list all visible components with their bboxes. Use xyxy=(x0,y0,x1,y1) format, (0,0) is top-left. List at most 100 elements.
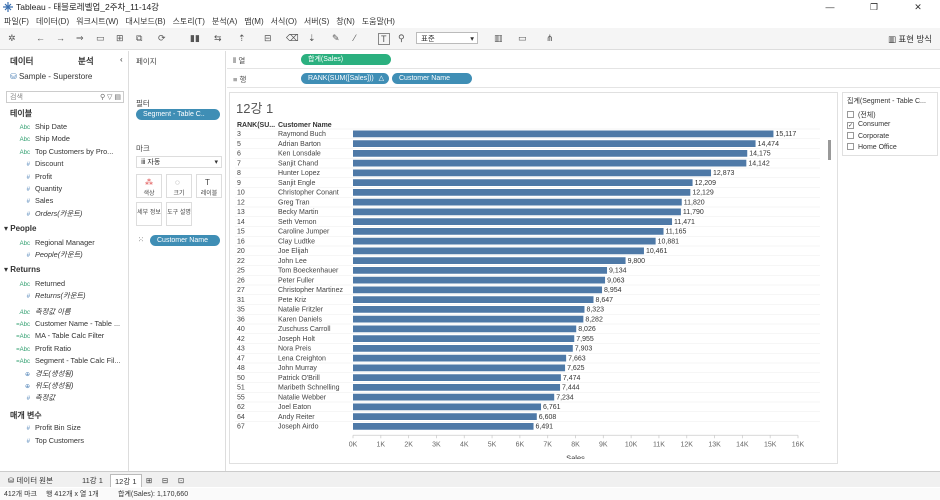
fit-dropdown[interactable]: 표준 ▾ xyxy=(416,32,478,44)
columns-shelf[interactable]: ⦀ 열 합계(Sales) xyxy=(227,51,940,69)
new-sheet-icon[interactable]: ⊞ xyxy=(116,33,124,44)
field-item[interactable]: Abc 측정값 이름 xyxy=(14,307,71,317)
clear-sheet-icon[interactable]: ⌫ xyxy=(286,33,299,44)
new-dashboard-icon[interactable]: ⊟ xyxy=(158,474,172,487)
data-source-tab[interactable]: ⛁ 데이터 원본 xyxy=(4,474,57,487)
bar-value-label: 6,761 xyxy=(543,404,561,411)
sort-asc-icon[interactable]: ⇡ xyxy=(238,33,246,44)
pause-icon[interactable]: ▮▮ xyxy=(190,33,200,44)
sheet-tab-12[interactable]: 12강 1 xyxy=(110,474,142,487)
field-item[interactable]: =Abc Customer Name - Table ... xyxy=(14,319,120,328)
field-item[interactable]: # Discount xyxy=(14,159,64,169)
menu-map[interactable]: 맵(M) xyxy=(244,16,263,27)
tooltip-button[interactable]: 도구 설명 xyxy=(166,202,192,226)
menu-file[interactable]: 파일(F) xyxy=(4,16,29,27)
share-icon[interactable]: ⋔ xyxy=(546,33,554,44)
data-source-item[interactable]: ⛁ Sample - Superstore xyxy=(10,72,92,81)
field-item[interactable]: Abc Ship Mode xyxy=(14,134,70,143)
rows-pill-rank[interactable]: RANK(SUM([Sales])) △ xyxy=(301,73,389,84)
field-item[interactable]: # 측정값 xyxy=(14,393,55,403)
returns-group[interactable]: ▾ Returns xyxy=(4,265,40,274)
close-button[interactable]: ✕ xyxy=(896,0,940,14)
chart-icon[interactable]: ▥ xyxy=(494,33,503,44)
save-icon[interactable]: ▭ xyxy=(96,33,105,44)
field-item[interactable]: =Abc Segment - Table Calc Fil... xyxy=(14,356,120,365)
new-worksheet-icon[interactable]: ⊞ xyxy=(142,474,156,487)
filter-option-home-office[interactable]: Home Office xyxy=(847,143,897,151)
duplicate-icon[interactable]: ⧉ xyxy=(136,33,142,44)
rank-label: 42 xyxy=(237,336,245,343)
number-icon: # xyxy=(26,396,30,403)
search-input[interactable]: 검색 ⚲ ▽ ▤ xyxy=(6,91,124,103)
rank-label: 43 xyxy=(237,346,245,353)
field-item[interactable]: Abc Ship Date xyxy=(14,122,67,131)
bar xyxy=(353,179,693,186)
menu-worksheet[interactable]: 워크시트(W) xyxy=(76,16,118,27)
label-button[interactable]: T 레이블 xyxy=(196,174,222,198)
menu-dashboard[interactable]: 대시보드(B) xyxy=(125,16,165,27)
analysis-tab[interactable]: 분석 xyxy=(78,55,94,67)
menu-window[interactable]: 창(N) xyxy=(336,16,354,27)
marks-pill-customer-name[interactable]: Customer Name xyxy=(150,235,220,246)
show-labels-icon[interactable]: T xyxy=(378,33,390,45)
field-item[interactable]: # Quantity xyxy=(14,184,63,193)
refresh-icon[interactable]: ⟳ xyxy=(158,33,166,44)
field-label: Discount xyxy=(35,159,64,169)
size-button[interactable]: ◌ 크기 xyxy=(166,174,192,198)
color-button[interactable]: ⁂ 색상 xyxy=(136,174,162,198)
connect-data-icon[interactable]: ⇒ xyxy=(76,33,84,44)
columns-pill-sales[interactable]: 합계(Sales) xyxy=(301,54,391,65)
maximize-button[interactable]: ❐ xyxy=(852,0,896,14)
menu-data[interactable]: 데이터(D) xyxy=(36,16,69,27)
new-story-icon[interactable]: ⊡ xyxy=(174,474,188,487)
field-item[interactable]: ⊕ 경도(생성됨) xyxy=(14,369,73,379)
filter-pill-segment[interactable]: Segment - Table C.. xyxy=(136,109,220,120)
field-item[interactable]: Abc Returned xyxy=(14,279,65,288)
field-item[interactable]: # Sales xyxy=(14,196,54,205)
field-item[interactable]: ⊕ 위도(생성됨) xyxy=(14,381,73,391)
rows-shelf[interactable]: ≡ 행 RANK(SUM([Sales])) △ Customer Name xyxy=(227,70,940,88)
field-item[interactable]: # People(카운트) xyxy=(14,250,83,260)
fix-axes-icon[interactable]: ⚲ xyxy=(398,33,405,44)
menu-format[interactable]: 서식(O) xyxy=(271,16,297,27)
filter-option-all[interactable]: (전체) xyxy=(847,110,876,120)
show-me-button[interactable]: ▥ 표현 방식 xyxy=(888,33,932,45)
menu-story[interactable]: 스토리(T) xyxy=(173,16,205,27)
collapse-pane-icon[interactable]: ‹ xyxy=(120,55,123,64)
group-icon[interactable]: ⊟ xyxy=(264,33,272,44)
mark-type-dropdown[interactable]: ⅲ 자동 ▾ xyxy=(136,156,222,168)
scrollbar-thumb[interactable] xyxy=(828,140,831,160)
tableau-home-icon[interactable]: ✲ xyxy=(8,33,16,44)
sort-desc-icon[interactable]: ⇣ xyxy=(308,33,316,44)
menu-analysis[interactable]: 분석(A) xyxy=(212,16,237,27)
presentation-icon[interactable]: ▭ xyxy=(518,33,527,44)
bar-value-label: 14,474 xyxy=(758,141,780,148)
bar-value-label: 9,134 xyxy=(609,268,627,275)
filter-option-corporate[interactable]: Corporate xyxy=(847,132,889,140)
field-item[interactable]: =Abc MA - Table Calc Filter xyxy=(14,331,104,340)
menu-help[interactable]: 도움말(H) xyxy=(362,16,395,27)
people-group[interactable]: ▾ People xyxy=(4,224,36,233)
field-item[interactable]: # Orders(카운트) xyxy=(14,209,83,219)
filter-option-consumer[interactable]: ✓ Consumer xyxy=(847,121,890,129)
filter-view-icon[interactable]: ⚲ ▽ ▤ xyxy=(100,92,121,103)
rows-pill-customer-name[interactable]: Customer Name xyxy=(392,73,472,84)
field-item[interactable]: # Returns(카운트) xyxy=(14,291,86,301)
sheet-tab-11[interactable]: 11강 1 xyxy=(78,474,107,487)
field-item[interactable]: Abc Regional Manager xyxy=(14,238,95,247)
field-item[interactable]: Abc Top Customers by Pro... xyxy=(14,147,114,156)
field-item[interactable]: =Abc Profit Ratio xyxy=(14,344,71,353)
field-item[interactable]: # Profit Bin Size xyxy=(14,423,81,432)
x-tick-label: 2K xyxy=(404,441,413,448)
highlight-icon[interactable]: ✎ xyxy=(332,33,340,44)
forward-icon[interactable]: → xyxy=(56,33,65,43)
swap-icon[interactable]: ⇆ xyxy=(214,33,222,44)
annotate-icon[interactable]: ⁄ xyxy=(354,33,356,43)
field-item[interactable]: # Top Customers xyxy=(14,436,84,445)
data-tab[interactable]: 데이터 xyxy=(10,55,33,67)
detail-button[interactable]: 세부 정보 xyxy=(136,202,162,226)
field-item[interactable]: # Profit xyxy=(14,172,52,181)
menu-server[interactable]: 서버(S) xyxy=(304,16,329,27)
minimize-button[interactable]: — xyxy=(808,0,852,14)
back-icon[interactable]: ← xyxy=(36,33,45,43)
